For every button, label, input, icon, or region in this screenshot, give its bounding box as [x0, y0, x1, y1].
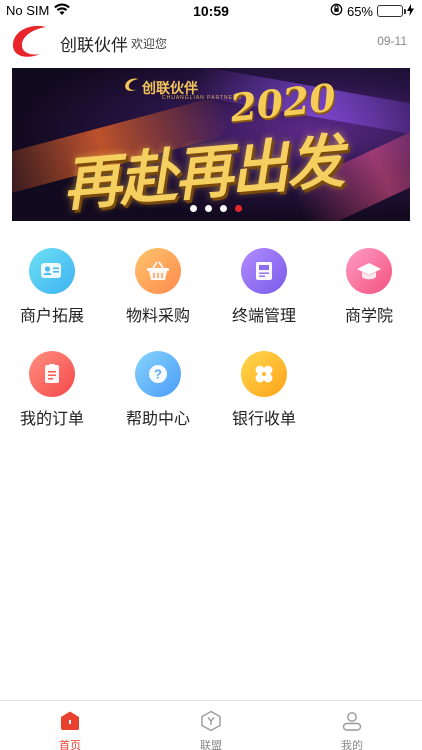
date-label: 09-11: [377, 34, 407, 48]
charging-icon: [407, 3, 414, 19]
profile-icon: [341, 710, 363, 732]
tab-label: 首页: [59, 740, 81, 750]
battery-percent: 65%: [346, 3, 373, 19]
status-bar: No SIM 10:59 65%: [0, 0, 422, 22]
welcome-text: 欢迎您: [131, 37, 168, 51]
terminal-icon: [241, 248, 287, 294]
tab-alliance[interactable]: 联盟: [141, 701, 281, 750]
banner-logo-icon: [124, 77, 140, 98]
menu-item-label: 物料采购: [125, 308, 190, 325]
carousel-indicator: [12, 205, 410, 212]
menu-item-label: 帮助中心: [125, 411, 190, 428]
menu-item-label: 我的订单: [19, 411, 84, 428]
menu-item-label: 终端管理: [231, 308, 296, 325]
status-right: 65%: [330, 3, 414, 19]
tab-label: 我的: [341, 740, 363, 750]
tab-label: 联盟: [200, 740, 222, 750]
order-icon: [29, 351, 75, 397]
menu-item-my-orders[interactable]: 我的订单: [7, 351, 97, 429]
alliance-icon: [200, 710, 222, 732]
banner-carousel[interactable]: 创联伙伴 CHUANGLIAN PARTNERS 2020 再赴再出发: [12, 68, 410, 221]
menu-item-label: 银行收单: [231, 411, 296, 428]
carousel-dot[interactable]: [205, 205, 212, 212]
battery-icon: [377, 5, 406, 17]
orientation-lock-icon: [330, 3, 343, 19]
basket-icon: [135, 248, 181, 294]
menu-item-terminal-management[interactable]: 终端管理: [219, 248, 309, 326]
menu-item-bank-acquiring[interactable]: 银行收单: [219, 351, 309, 429]
home-icon: [59, 710, 81, 732]
tab-profile[interactable]: 我的: [282, 701, 422, 750]
help-icon: ?: [135, 351, 181, 397]
tab-home[interactable]: 首页: [0, 701, 140, 750]
carousel-dot[interactable]: [220, 205, 227, 212]
menu-item-material-purchase[interactable]: 物料采购: [113, 248, 203, 326]
bottom-tab-bar: 首页 联盟 我的: [0, 700, 422, 750]
menu-item-business-school[interactable]: 商学院: [324, 248, 414, 326]
menu-item-label: 商学院: [344, 308, 393, 325]
clover-icon: [241, 351, 287, 397]
logo-icon: [10, 24, 50, 60]
graduation-cap-icon: [346, 248, 392, 294]
app-name: 创联伙伴: [60, 36, 128, 55]
app-header: 创联伙伴 欢迎您 09-11: [0, 22, 422, 62]
carousel-dot[interactable]: [190, 205, 197, 212]
svg-text:?: ?: [154, 367, 162, 382]
carousel-dot-active[interactable]: [235, 205, 242, 212]
menu-item-label: 商户拓展: [19, 308, 84, 325]
menu-item-merchant-expansion[interactable]: 商户拓展: [7, 248, 97, 326]
merchant-icon: [29, 248, 75, 294]
menu-item-help-center[interactable]: ? 帮助中心: [113, 351, 203, 429]
